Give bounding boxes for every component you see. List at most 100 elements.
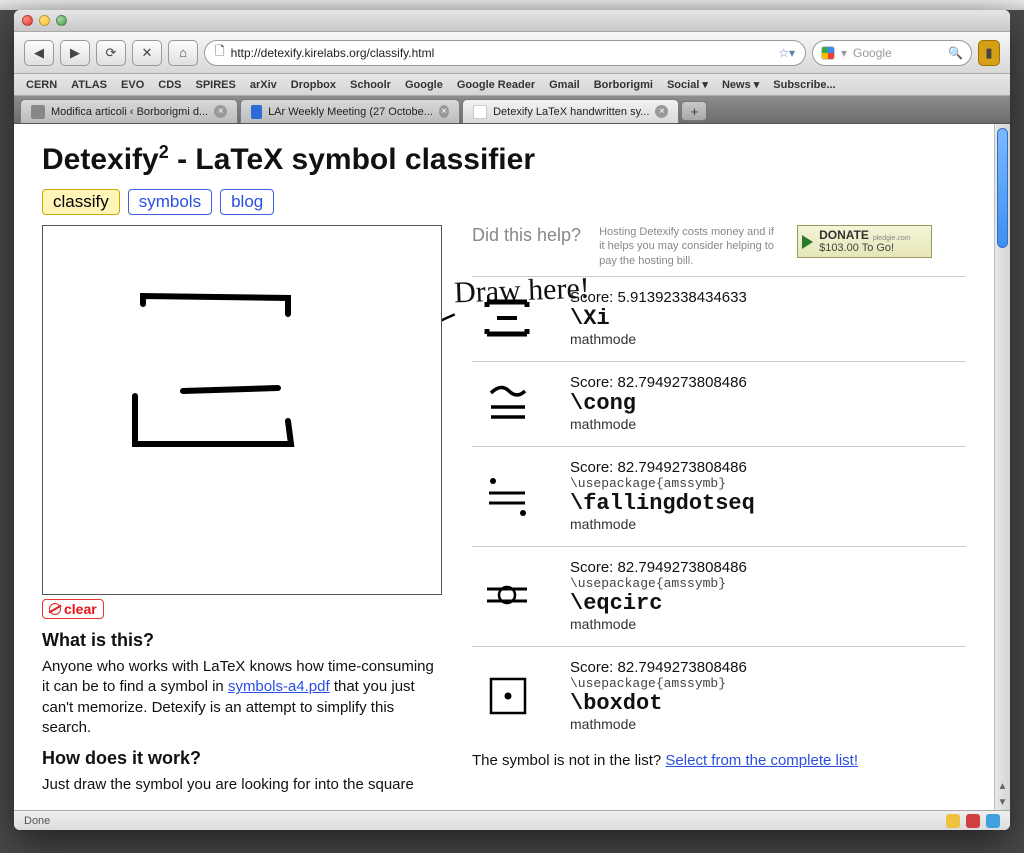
- result-row[interactable]: Score: 5.91392338434633 \Xi mathmode: [472, 276, 966, 361]
- status-icon[interactable]: [966, 814, 980, 828]
- bookmarks-bar: CERN ATLAS EVO CDS SPIRES arXiv Dropbox …: [14, 74, 1010, 96]
- scrollbar[interactable]: ▲ ▼: [994, 124, 1010, 810]
- mode-label: mathmode: [570, 331, 747, 347]
- status-text: Done: [24, 815, 50, 827]
- bookmark-item[interactable]: Google: [405, 79, 443, 91]
- favicon-icon: [473, 105, 487, 119]
- bookmark-star-icon[interactable]: ☆▾: [778, 46, 795, 60]
- latex-command: \Xi: [570, 306, 747, 331]
- result-row[interactable]: Score: 82.7949273808486 \usepackage{amss…: [472, 646, 966, 746]
- score-label: Score: 82.7949273808486: [570, 374, 747, 391]
- reload-button[interactable]: ⟳: [96, 40, 126, 66]
- status-icon[interactable]: [986, 814, 1000, 828]
- bookmark-item[interactable]: ATLAS: [71, 79, 107, 91]
- search-placeholder: Google: [853, 46, 892, 60]
- what-is-heading: What is this?: [42, 630, 442, 651]
- symbol-preview: [472, 470, 542, 520]
- result-row[interactable]: Score: 82.7949273808486 \cong mathmode: [472, 361, 966, 446]
- search-bar[interactable]: ▾ Google 🔍: [812, 40, 972, 66]
- latex-command: \eqcirc: [570, 591, 747, 616]
- tab-symbols[interactable]: symbols: [128, 189, 212, 215]
- clear-icon: [49, 603, 61, 615]
- addon-icon[interactable]: ▮: [978, 40, 1000, 66]
- favicon-icon: [251, 105, 262, 119]
- symbol-preview: [472, 378, 542, 428]
- close-tab-icon[interactable]: ×: [214, 105, 227, 118]
- not-in-list: The symbol is not in the list? Select fr…: [472, 752, 966, 769]
- tab-classify[interactable]: classify: [42, 189, 120, 215]
- latex-command: \fallingdotseq: [570, 491, 755, 516]
- window-controls: [22, 15, 67, 26]
- tab-blog[interactable]: blog: [220, 189, 274, 215]
- tab[interactable]: Modifica articoli ‹ Borborigmi d... ×: [20, 99, 238, 123]
- bookmark-item[interactable]: Subscribe...: [773, 79, 835, 91]
- scroll-up-icon[interactable]: ▲: [995, 778, 1010, 794]
- score-label: Score: 82.7949273808486: [570, 559, 747, 576]
- nav-tabs: classify symbols blog: [42, 189, 966, 215]
- how-work-text: Just draw the symbol you are looking for…: [42, 775, 442, 795]
- browser-window: ◀ ▶ ⟳ ✕ ⌂ 🗋 http://detexify.kirelabs.org…: [14, 10, 1010, 830]
- bookmark-item[interactable]: Google Reader: [457, 79, 535, 91]
- symbol-preview: [472, 293, 542, 343]
- did-help-label: Did this help?: [472, 225, 581, 246]
- status-icon[interactable]: [946, 814, 960, 828]
- symbols-pdf-link[interactable]: symbols-a4.pdf: [228, 678, 330, 695]
- favicon-icon: [31, 105, 45, 119]
- bookmark-item[interactable]: Schoolr: [350, 79, 391, 91]
- what-is-text: Anyone who works with LaTeX knows how ti…: [42, 657, 442, 738]
- url-bar[interactable]: 🗋 http://detexify.kirelabs.org/classify.…: [204, 40, 806, 66]
- scroll-down-icon[interactable]: ▼: [995, 794, 1010, 810]
- status-bar: Done: [14, 810, 1010, 830]
- complete-list-link[interactable]: Select from the complete list!: [665, 752, 858, 769]
- bookmark-item[interactable]: CERN: [26, 79, 57, 91]
- bookmark-item[interactable]: Social ▾: [667, 78, 708, 91]
- tab-bar: Modifica articoli ‹ Borborigmi d... × LA…: [14, 96, 1010, 124]
- bookmark-item[interactable]: CDS: [158, 79, 181, 91]
- latex-command: \boxdot: [570, 691, 747, 716]
- drawing-canvas[interactable]: [42, 225, 442, 595]
- bookmark-item[interactable]: News ▾: [722, 78, 759, 91]
- new-tab-button[interactable]: +: [681, 101, 707, 121]
- close-tab-icon[interactable]: ×: [655, 105, 668, 118]
- page-title: Detexify2 - LaTeX symbol classifier: [42, 142, 966, 177]
- stop-button[interactable]: ✕: [132, 40, 162, 66]
- result-row[interactable]: Score: 82.7949273808486 \usepackage{amss…: [472, 446, 966, 546]
- how-work-heading: How does it work?: [42, 748, 442, 769]
- mode-label: mathmode: [570, 716, 747, 732]
- score-label: Score: 82.7949273808486: [570, 459, 755, 476]
- bookmark-item[interactable]: Gmail: [549, 79, 580, 91]
- score-label: Score: 82.7949273808486: [570, 659, 747, 676]
- donate-button[interactable]: DONATE pledgie.com $103.00 To Go!: [797, 225, 932, 258]
- minimize-icon[interactable]: [39, 15, 50, 26]
- mode-label: mathmode: [570, 516, 755, 532]
- bookmark-item[interactable]: arXiv: [250, 79, 277, 91]
- home-button[interactable]: ⌂: [168, 40, 198, 66]
- latex-command: \cong: [570, 391, 747, 416]
- mode-label: mathmode: [570, 416, 747, 432]
- nav-toolbar: ◀ ▶ ⟳ ✕ ⌂ 🗋 http://detexify.kirelabs.org…: [14, 32, 1010, 74]
- forward-button[interactable]: ▶: [60, 40, 90, 66]
- result-row[interactable]: Score: 82.7949273808486 \usepackage{amss…: [472, 546, 966, 646]
- page-content: Detexify2 - LaTeX symbol classifier clas…: [14, 124, 994, 810]
- bookmark-item[interactable]: EVO: [121, 79, 144, 91]
- back-button[interactable]: ◀: [24, 40, 54, 66]
- bookmark-item[interactable]: SPIRES: [196, 79, 236, 91]
- hosting-note: Hosting Detexify costs money and if it h…: [599, 225, 779, 268]
- bookmark-item[interactable]: Dropbox: [291, 79, 336, 91]
- tab[interactable]: LAr Weekly Meeting (27 Octobe... ×: [240, 99, 460, 123]
- close-tab-icon[interactable]: ×: [439, 105, 449, 118]
- symbol-preview: [472, 570, 542, 620]
- close-icon[interactable]: [22, 15, 33, 26]
- clear-button[interactable]: clear: [42, 599, 104, 619]
- bookmark-item[interactable]: Borborigmi: [594, 79, 653, 91]
- url-text: http://detexify.kirelabs.org/classify.ht…: [231, 46, 435, 60]
- mode-label: mathmode: [570, 616, 747, 632]
- titlebar: [14, 10, 1010, 32]
- google-icon: [821, 46, 835, 60]
- tab[interactable]: Detexify LaTeX handwritten sy... ×: [462, 99, 679, 123]
- scroll-thumb[interactable]: [997, 128, 1008, 248]
- play-icon: [802, 235, 813, 249]
- zoom-icon[interactable]: [56, 15, 67, 26]
- package-label: \usepackage{amssymb}: [570, 576, 747, 591]
- package-label: \usepackage{amssymb}: [570, 476, 755, 491]
